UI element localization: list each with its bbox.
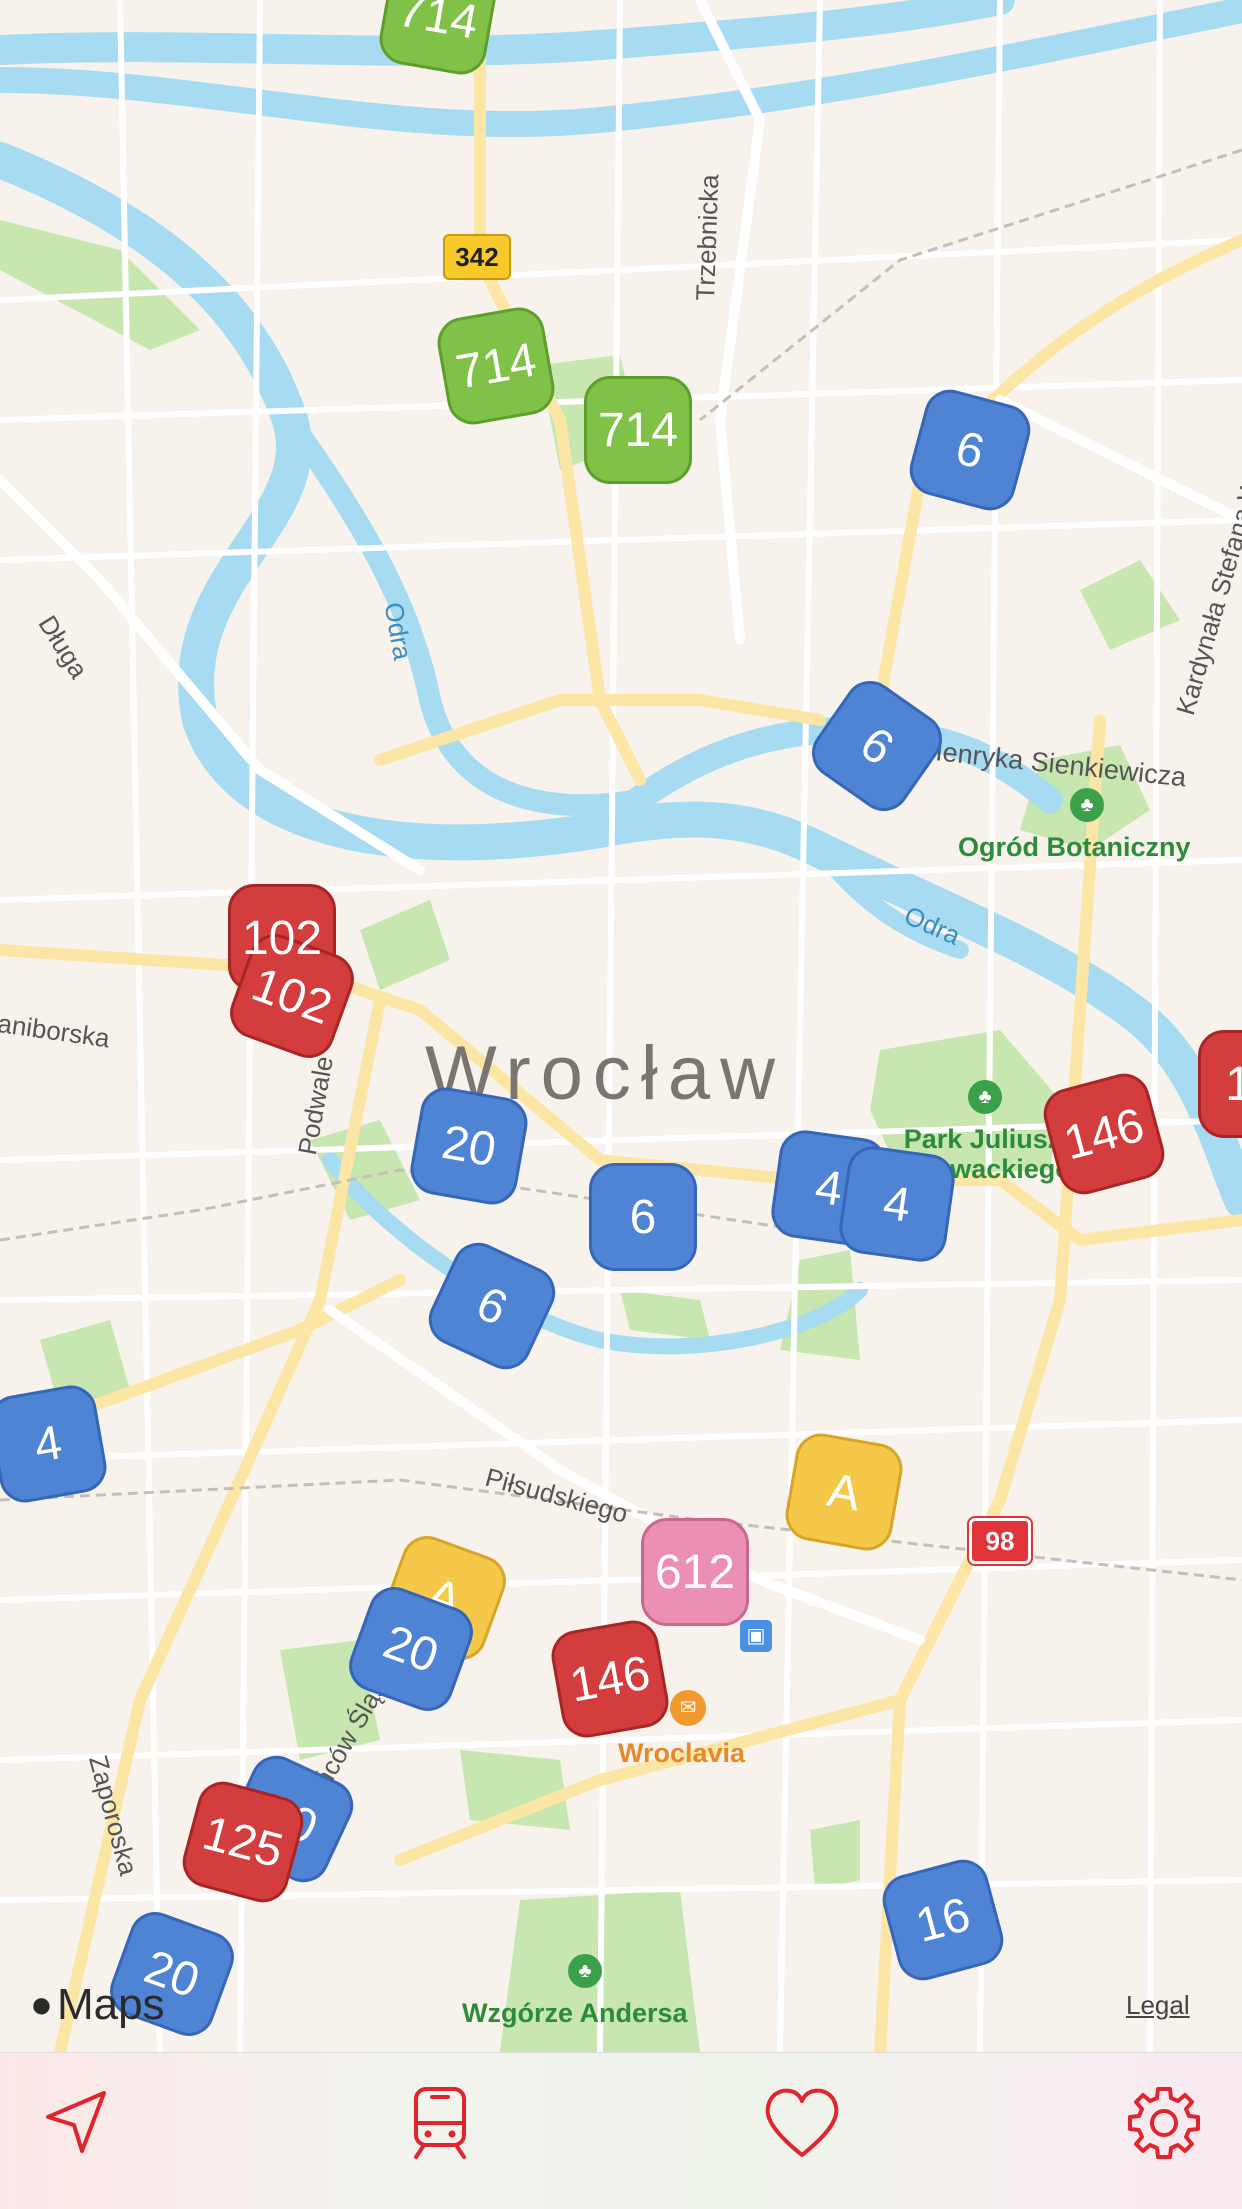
vehicle-marker[interactable]: 714: [433, 303, 559, 429]
vehicle-line: 4: [880, 1175, 914, 1233]
tram-icon: [414, 2087, 466, 2159]
tab-settings[interactable]: [1114, 2073, 1214, 2173]
vehicle-line: 102: [241, 911, 323, 965]
park-label: Wzgórze Andersa: [462, 1998, 688, 2028]
park-pin-icon: ♣: [1070, 788, 1104, 822]
vehicle-marker[interactable]: 146: [547, 1616, 673, 1742]
gear-icon: [1128, 2087, 1200, 2159]
vehicle-marker[interactable]: 4: [836, 1143, 958, 1265]
park-pin-icon: ♣: [568, 1954, 602, 1988]
vehicle-line: 146: [565, 1645, 655, 1713]
vehicle-line: 146: [1058, 1098, 1150, 1170]
vehicle-line: A: [823, 1463, 865, 1521]
vehicle-line: 714: [451, 332, 541, 400]
vehicle-line: 125: [197, 1806, 289, 1878]
vehicle-line: 714: [393, 0, 483, 50]
road-shield: 342: [443, 234, 511, 280]
vehicle-line: 6: [468, 1276, 516, 1336]
park-pin-icon: ♣: [968, 1080, 1002, 1114]
location-arrow-icon: [46, 2091, 106, 2153]
tab-bar: [0, 2052, 1242, 2209]
vehicle-line: 6: [629, 1190, 657, 1244]
vehicle-line: 4: [30, 1415, 66, 1473]
vehicle-marker[interactable]: A: [781, 1429, 907, 1555]
vehicle-line: 20: [376, 1614, 446, 1684]
vehicle-line: 16: [910, 1887, 976, 1953]
maps-attribution: ● Maps: [30, 1980, 165, 2030]
legal-link[interactable]: Legal: [1126, 1990, 1190, 2021]
tab-location[interactable]: [26, 2073, 126, 2173]
tab-favorites[interactable]: [752, 2073, 852, 2173]
vehicle-line: 612: [654, 1545, 736, 1599]
vehicle-marker[interactable]: 20: [406, 1083, 532, 1209]
vehicle-line: 20: [438, 1115, 500, 1177]
tab-vehicles[interactable]: [390, 2073, 490, 2173]
vehicle-marker[interactable]: 14: [1198, 1030, 1242, 1138]
vehicle-marker[interactable]: 612: [641, 1518, 749, 1626]
vehicle-line: 714: [597, 403, 679, 457]
road-shield: 98: [967, 1516, 1033, 1566]
vehicle-line: 102: [245, 957, 339, 1035]
street-label: Trzebnicka: [690, 173, 725, 302]
vehicle-line: 6: [950, 420, 990, 480]
vehicle-line: 6: [850, 716, 904, 776]
vehicle-marker[interactable]: 714: [584, 376, 692, 484]
apple-logo-icon: ●: [30, 1983, 53, 2026]
heart-icon: [765, 2088, 839, 2157]
map-view[interactable]: Wrocław Trzebnicka Długa Odra Odra Henry…: [0, 0, 1242, 2052]
park-label: Ogród Botaniczny: [958, 832, 1191, 862]
poi-label: Wroclavia: [618, 1738, 746, 1768]
vehicle-marker[interactable]: 6: [589, 1163, 697, 1271]
vehicle-marker[interactable]: 4: [0, 1381, 111, 1507]
train-station-icon: ▣: [740, 1620, 772, 1652]
maps-attribution-text: Maps: [56, 1980, 165, 2029]
shopping-icon: ✉: [670, 1690, 706, 1726]
vehicle-line: 14: [1225, 1057, 1242, 1111]
